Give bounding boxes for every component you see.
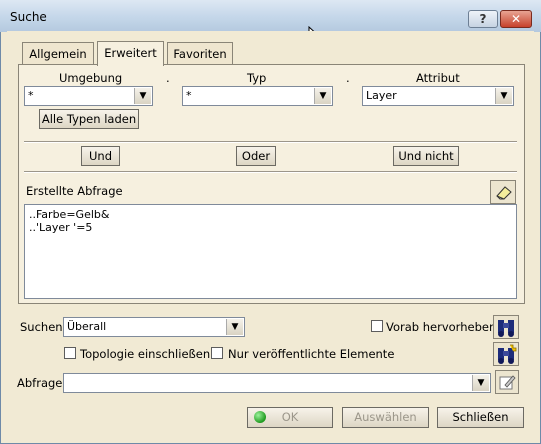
type-label: Typ — [247, 71, 267, 85]
title-bar — [0, 0, 541, 32]
attribute-dropdown[interactable]: Layer ▼ — [362, 86, 514, 106]
window-title: Suche — [10, 10, 47, 24]
close-icon: ✕ — [510, 12, 522, 26]
search-label: Suchen: — [20, 320, 67, 334]
chevron-down-icon: ▼ — [226, 319, 243, 335]
type-value: * — [186, 89, 192, 102]
separator-dot-1: . — [166, 71, 170, 85]
ok-button[interactable]: OK — [247, 407, 333, 428]
help-button[interactable]: ? — [468, 10, 498, 28]
edit-query-icon — [499, 375, 516, 390]
and-button[interactable]: Und — [81, 146, 120, 166]
chevron-down-icon: ▼ — [495, 88, 512, 104]
load-all-types-button[interactable]: Alle Typen laden — [39, 109, 139, 129]
published-only-checkbox[interactable] — [211, 347, 223, 359]
highlight-checkbox[interactable] — [371, 320, 383, 332]
environment-label: Umgebung — [59, 71, 123, 85]
select-button[interactable]: Auswählen — [342, 407, 429, 428]
ok-dot-icon — [254, 411, 266, 423]
generated-query-heading: Erstellte Abfrage — [26, 184, 123, 198]
tab-erweitert[interactable]: Erweitert — [97, 41, 164, 66]
published-only-label: Nur veröffentlichte Elemente — [228, 347, 395, 361]
edit-query-button[interactable] — [495, 370, 519, 394]
chevron-down-icon: ▼ — [134, 88, 151, 104]
binoculars-add-icon — [498, 344, 517, 364]
tab-allgemein[interactable]: Allgemein — [22, 42, 94, 65]
attribute-label: Attribut — [416, 71, 460, 85]
separator-dot-2: . — [346, 71, 350, 85]
or-button[interactable]: Oder — [236, 146, 276, 166]
and-not-button[interactable]: Und nicht — [393, 146, 459, 166]
search-button[interactable] — [493, 315, 519, 339]
divider — [24, 141, 517, 143]
topology-label: Topologie einschließen — [80, 347, 211, 361]
query-input[interactable]: ▼ — [63, 373, 491, 393]
query-label: Abfrage: — [17, 376, 67, 390]
clear-query-button[interactable] — [490, 180, 516, 204]
search-scope-dropdown[interactable]: Überall ▼ — [63, 317, 245, 337]
type-dropdown[interactable]: * ▼ — [182, 86, 333, 106]
help-icon: ? — [479, 12, 487, 26]
ok-label: OK — [281, 410, 299, 424]
query-line: ..Farbe=Gelb& — [29, 208, 110, 221]
query-line: ..'Layer '=5 — [29, 221, 93, 234]
highlight-label: Vorab hervorheben — [386, 320, 497, 334]
search-scope-value: Überall — [67, 320, 107, 333]
binoculars-icon — [498, 320, 514, 337]
environment-value: * — [28, 89, 34, 102]
chevron-down-icon: ▼ — [314, 88, 331, 104]
close-button[interactable]: Schließen — [437, 407, 524, 428]
chevron-down-icon: ▼ — [472, 375, 489, 391]
eraser-icon — [496, 186, 512, 200]
attribute-value: Layer — [366, 89, 397, 102]
search-add-button[interactable] — [493, 342, 519, 366]
close-window-button[interactable]: ✕ — [500, 10, 532, 28]
environment-dropdown[interactable]: * ▼ — [24, 86, 153, 106]
topology-checkbox[interactable] — [64, 347, 76, 359]
divider — [24, 171, 517, 173]
tab-favoriten[interactable]: Favoriten — [167, 42, 233, 65]
generated-query-text[interactable]: ..Farbe=Gelb& ..'Layer '=5 — [24, 204, 517, 299]
